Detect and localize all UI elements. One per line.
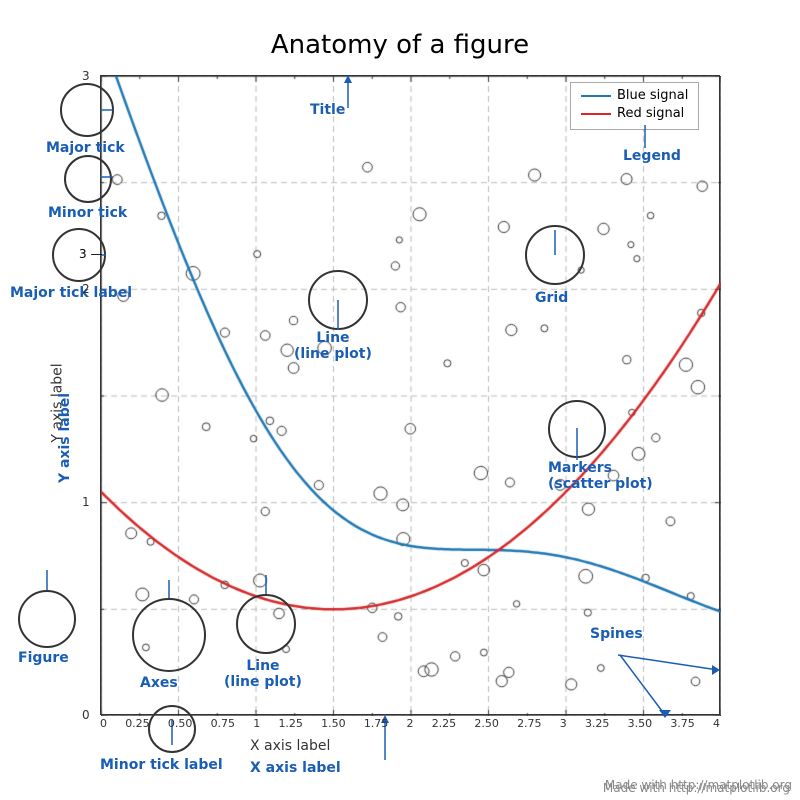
x-tick-4: 4 <box>713 717 720 730</box>
x-tick-325: 3.25 <box>585 717 610 730</box>
line-circle-lower <box>236 594 296 654</box>
x-tick-275: 2.75 <box>517 717 542 730</box>
legend-line-red <box>581 113 611 115</box>
figure-annotation: Figure <box>18 650 69 666</box>
spines-annotation: Spines <box>590 626 643 642</box>
markers-circle <box>548 400 606 458</box>
y-tick-2: 2 <box>82 282 90 296</box>
legend-line-blue <box>581 95 611 97</box>
line-circle-upper <box>308 270 368 330</box>
x-tick-150: 1.50 <box>321 717 346 730</box>
x-tick-2: 2 <box>407 717 414 730</box>
x-tick-025: 0.25 <box>125 717 150 730</box>
grid-circle <box>525 225 585 285</box>
y-tick-3-annotation: 3 — <box>79 247 102 261</box>
x-tick-375: 3.75 <box>670 717 695 730</box>
x-tick-1: 1 <box>253 717 260 730</box>
x-tick-075: 0.75 <box>211 717 236 730</box>
markers-annotation: Markers(scatter plot) <box>548 460 653 492</box>
x-tick-175: 1.75 <box>364 717 389 730</box>
main-container: Anatomy of a figure Y axis label X axis … <box>0 0 800 800</box>
x-tick-0: 0 <box>100 717 107 730</box>
line-annotation-upper: Line(line plot) <box>294 330 372 362</box>
major-tick-label-annotation: Major tick label <box>10 285 132 301</box>
x-axis-label-bottom: X axis label <box>250 760 341 776</box>
figure-title: Anatomy of a figure <box>0 30 800 60</box>
y-axis-annotation: Y axis label <box>57 393 73 483</box>
axes-annotation: Axes <box>140 675 178 691</box>
minor-tick-label: Minor tick <box>48 205 127 221</box>
minor-tick-circle <box>64 155 112 203</box>
y-tick-3: 3 <box>82 69 90 83</box>
x-axis-label-top: X axis label <box>250 738 330 754</box>
x-tick-350: 3.50 <box>628 717 653 730</box>
made-with: Made with http://matplotlib.org <box>605 778 792 792</box>
legend-item-blue: Blue signal <box>581 88 688 103</box>
major-tick-label: Major tick <box>46 140 125 156</box>
figure-circle <box>18 590 76 648</box>
legend-box: Blue signal Red signal <box>570 82 699 130</box>
y-tick-0: 0 <box>82 708 90 722</box>
legend-label-red: Red signal <box>617 106 684 121</box>
x-tick-250: 2.50 <box>474 717 499 730</box>
x-tick-225: 2.25 <box>432 717 457 730</box>
x-tick-125: 1.25 <box>278 717 303 730</box>
y-tick-1: 1 <box>82 495 90 509</box>
line-annotation-lower: Line(line plot) <box>224 658 302 690</box>
axes-circle <box>132 598 206 672</box>
grid-annotation: Grid <box>535 290 568 306</box>
major-tick-circle <box>60 83 114 137</box>
legend-annotation: Legend <box>623 148 681 164</box>
minor-tick-label-annotation: Minor tick label <box>100 757 223 773</box>
title-annotation: Title <box>310 102 345 118</box>
x-tick-labels: 0 0.25 0.50 0.75 1 1.25 1.50 1.75 2 2.25… <box>100 717 720 730</box>
legend-label-blue: Blue signal <box>617 88 688 103</box>
x-tick-050: 0.50 <box>168 717 193 730</box>
x-tick-3: 3 <box>560 717 567 730</box>
legend-item-red: Red signal <box>581 106 688 121</box>
